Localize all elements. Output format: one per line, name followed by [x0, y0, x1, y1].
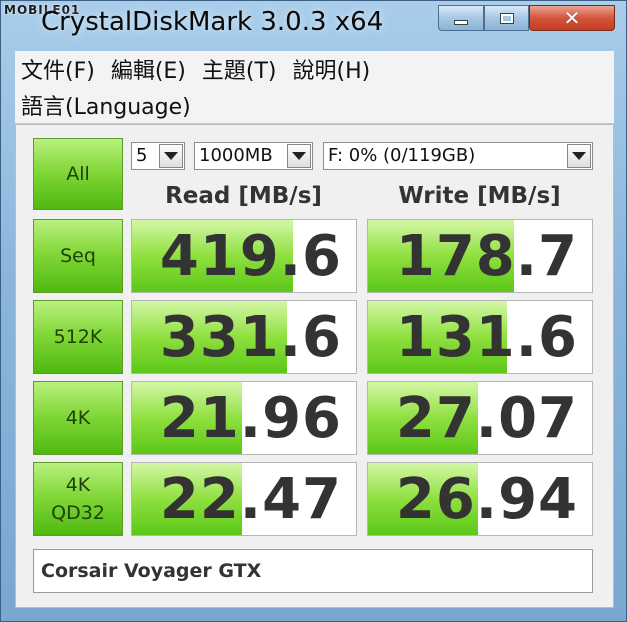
4k-qd32-write-result: 26.94 [367, 462, 593, 536]
seq-write-value: 178.7 [395, 224, 578, 289]
menu-help[interactable]: 說明(H) [293, 53, 371, 85]
menu-row-1: 文件(F) 編輯(E) 主題(T) 說明(H) [15, 51, 614, 87]
run-all-label: All [66, 163, 90, 185]
app-window: MOBILE01 CrystalDiskMark 3.0.3 x64 ✕ 文件(… [0, 0, 627, 622]
4k-read-value: 21.96 [159, 386, 342, 451]
512k-write-result: 131.6 [367, 300, 593, 374]
seq-test-button[interactable]: Seq [33, 219, 123, 293]
chevron-down-icon[interactable] [567, 144, 591, 168]
512k-read-result: 331.6 [131, 300, 357, 374]
4k-qd32-label-line2: QD32 [51, 502, 105, 524]
menu-language[interactable]: 語言(Language) [21, 89, 191, 121]
test-size-select[interactable]: 1000MB [194, 142, 313, 170]
read-header: Read [MB/s] [165, 183, 322, 209]
512k-test-button[interactable]: 512K [33, 300, 123, 374]
4k-qd32-read-result: 22.47 [131, 462, 357, 536]
drive-select[interactable]: F: 0% (0/119GB) [323, 142, 593, 170]
4k-test-button[interactable]: 4K [33, 381, 123, 455]
seq-read-result: 419.6 [131, 219, 357, 293]
4k-qd32-read-value: 22.47 [159, 467, 342, 532]
4k-qd32-test-button[interactable]: 4K QD32 [33, 462, 123, 536]
test-count-select[interactable]: 5 [131, 142, 185, 170]
menu-edit[interactable]: 編輯(E) [111, 53, 186, 85]
write-header: Write [MB/s] [398, 183, 561, 209]
4k-qd32-label-line1: 4K [65, 474, 91, 496]
maximize-button[interactable] [484, 5, 529, 31]
4k-qd32-write-value: 26.94 [395, 467, 578, 532]
menu-row-2: 語言(Language) [15, 87, 614, 123]
comment-field[interactable]: Corsair Voyager GTX [33, 549, 593, 593]
test-size-value: 1000MB [199, 145, 273, 166]
window-title: CrystalDiskMark 3.0.3 x64 [41, 7, 384, 37]
run-all-button[interactable]: All [33, 138, 123, 210]
512k-read-value: 331.6 [159, 305, 342, 370]
menu-bar: 文件(F) 編輯(E) 主題(T) 說明(H) 語言(Language) [15, 51, 614, 124]
512k-label: 512K [53, 326, 103, 348]
chevron-down-icon[interactable] [159, 144, 183, 168]
4k-write-result: 27.07 [367, 381, 593, 455]
close-icon: ✕ [563, 6, 581, 30]
512k-write-value: 131.6 [395, 305, 578, 370]
maximize-icon [499, 12, 514, 24]
menu-theme[interactable]: 主題(T) [202, 53, 277, 85]
seq-label: Seq [60, 245, 96, 267]
test-count-value: 5 [136, 145, 148, 166]
4k-write-value: 27.07 [395, 386, 578, 451]
4k-label: 4K [65, 407, 91, 429]
seq-read-value: 419.6 [159, 224, 342, 289]
menu-file[interactable]: 文件(F) [21, 53, 95, 85]
drive-value: F: 0% (0/119GB) [328, 145, 476, 166]
4k-read-result: 21.96 [131, 381, 357, 455]
close-button[interactable]: ✕ [529, 5, 615, 31]
chevron-down-icon[interactable] [287, 144, 311, 168]
minimize-button[interactable] [438, 5, 484, 31]
minimize-icon [454, 19, 468, 25]
seq-write-result: 178.7 [367, 219, 593, 293]
